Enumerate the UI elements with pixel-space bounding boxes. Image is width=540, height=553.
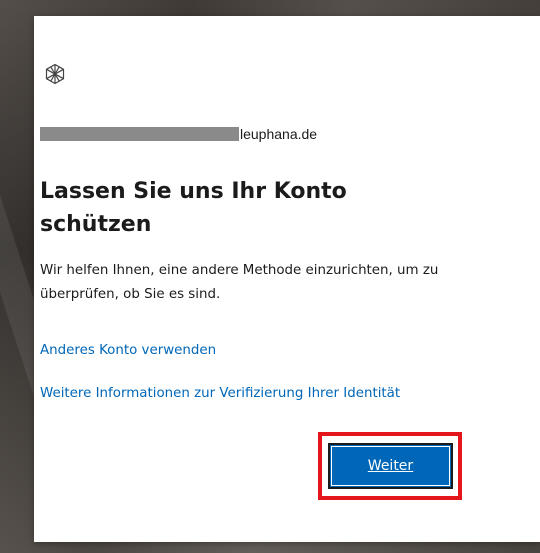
account-domain: leuphana.de: [240, 126, 318, 142]
next-button[interactable]: Weiter: [328, 443, 453, 489]
redacted-username: [40, 127, 239, 141]
organization-logo-icon: [45, 63, 65, 85]
account-identity: leuphana.de: [40, 124, 317, 144]
more-info-link[interactable]: Weitere Informationen zur Verifizierung …: [40, 382, 420, 406]
use-other-account-link[interactable]: Anderes Konto verwenden: [40, 339, 216, 363]
page-description: Wir helfen Ihnen, eine andere Methode ei…: [40, 263, 439, 302]
page-title: Lassen Sie uns Ihr Konto schützen: [40, 179, 347, 237]
